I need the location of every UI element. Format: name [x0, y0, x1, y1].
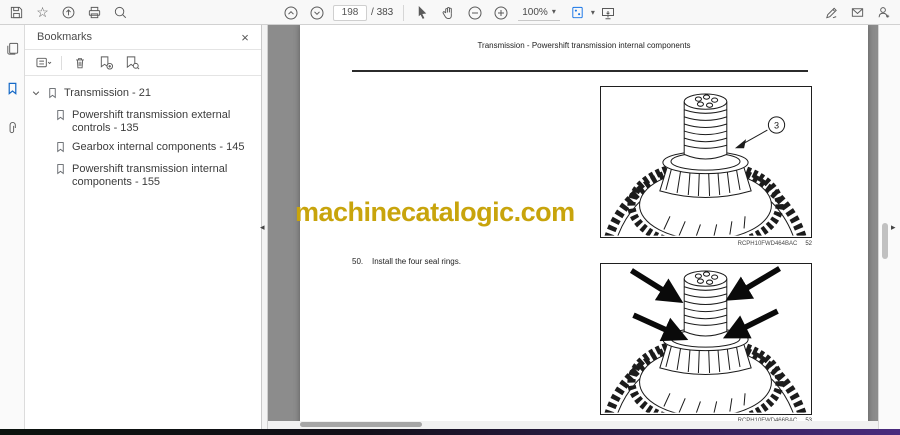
print-icon[interactable]	[82, 1, 107, 24]
share-icon[interactable]	[56, 1, 81, 24]
select-tool-icon[interactable]	[410, 1, 435, 24]
delete-bookmark-icon[interactable]	[70, 53, 90, 73]
top-toolbar: ☆ 198 / 383 100% ▾ ▾	[0, 0, 900, 25]
collapse-panel-icon[interactable]: ◂	[260, 222, 265, 233]
chevron-down-icon[interactable]	[31, 88, 45, 102]
presentation-mode-icon[interactable]	[596, 1, 621, 24]
previous-page-icon[interactable]	[278, 1, 303, 24]
next-page-icon[interactable]	[304, 1, 329, 24]
expand-panel-icon[interactable]: ▸	[891, 222, 896, 233]
hand-tool-icon[interactable]	[436, 1, 461, 24]
bookmark-icon	[55, 109, 68, 125]
attachments-icon[interactable]	[0, 117, 25, 140]
toolbar-center-group: / 383	[278, 0, 621, 25]
bookmark-label: Transmission - 21	[64, 87, 152, 99]
zoom-out-icon[interactable]	[462, 1, 487, 24]
toolbar-left-group: ☆	[0, 1, 133, 24]
figure-1-caption: RCPH10FWD464BAC 52	[600, 241, 812, 247]
section-divider	[352, 70, 808, 72]
page-count-label: / 383	[371, 7, 394, 18]
bookmarks-tree: Transmission - 21 Powershift transmissio…	[25, 76, 261, 192]
bookmark-icon	[55, 141, 68, 157]
expand-current-bookmark-icon[interactable]	[122, 53, 142, 73]
figure-code: RCPH10FWD464BAC	[737, 241, 798, 247]
watermark-text: machinecatalogic.com	[295, 197, 575, 227]
bookmarks-panel-title: Bookmarks	[37, 31, 93, 43]
chevron-down-icon: ▾	[551, 7, 556, 16]
zoom-level-value: 100%	[522, 6, 548, 18]
save-icon[interactable]	[4, 1, 29, 24]
taskbar-edge	[0, 429, 900, 435]
right-scroll-strip: ▸	[878, 25, 900, 429]
step-number: 50.	[352, 257, 364, 266]
bookmark-label: Gearbox internal components - 145	[72, 141, 245, 153]
bookmark-item-internal-components[interactable]: Powershift transmission internal compone…	[25, 160, 261, 192]
zoom-in-icon[interactable]	[488, 1, 513, 24]
search-icon[interactable]	[108, 1, 133, 24]
bookmark-label: Powershift transmission internal compone…	[72, 163, 228, 188]
bookmark-item-gearbox-internal[interactable]: Gearbox internal components - 145	[25, 138, 261, 160]
bookmark-options-icon[interactable]	[33, 53, 53, 73]
new-bookmark-icon[interactable]	[96, 53, 116, 73]
left-navigation-rail	[0, 25, 25, 429]
page-section-title: Transmission - Powershift transmission i…	[477, 41, 691, 50]
step-text: Install the four seal rings.	[372, 257, 461, 266]
horizontal-scrollbar[interactable]	[268, 421, 878, 429]
horizontal-scrollbar-thumb[interactable]	[300, 422, 422, 427]
zoom-level-dropdown[interactable]: 100% ▾	[518, 5, 560, 21]
bookmarks-panel-header: Bookmarks ×	[25, 25, 261, 50]
email-icon[interactable]	[845, 1, 870, 24]
figure-gear-assembly-2	[600, 263, 812, 415]
bookmark-icon	[47, 87, 60, 103]
panel-toolbar-divider	[61, 55, 62, 70]
toolbar-divider	[403, 4, 405, 21]
bookmark-label: Powershift transmission external control…	[72, 109, 231, 134]
bookmarks-panel-icon[interactable]	[0, 77, 25, 100]
bookmark-icon	[55, 163, 68, 179]
bookmark-item-external-controls[interactable]: Powershift transmission external control…	[25, 106, 261, 138]
figure-gear-assembly-1: 3	[600, 86, 812, 238]
bookmarks-toolbar	[25, 50, 261, 76]
pdf-viewer-window: ☆ 198 / 383 100% ▾ ▾ Bookmarks × Transmi…	[0, 0, 900, 435]
page-thumbnails-icon[interactable]	[0, 37, 25, 60]
document-canvas[interactable]: Transmission - Powershift transmission i…	[268, 25, 878, 429]
fill-sign-icon[interactable]	[819, 1, 844, 24]
pdf-page: Transmission - Powershift transmission i…	[295, 25, 868, 429]
star-icon[interactable]: ☆	[30, 1, 55, 24]
vertical-scrollbar-thumb[interactable]	[882, 223, 888, 259]
bookmark-item-transmission[interactable]: Transmission - 21	[25, 84, 261, 106]
callout-3-label: 3	[774, 121, 779, 131]
instruction-step: 50. Install the four seal rings.	[352, 257, 461, 266]
bookmarks-panel: Bookmarks × Transmission - 21 Powershift…	[25, 25, 262, 429]
page-number-input[interactable]	[333, 4, 367, 21]
toolbar-right-group	[819, 0, 896, 25]
chevron-down-icon[interactable]: ▾	[591, 8, 595, 17]
close-icon[interactable]: ×	[237, 30, 253, 45]
figure-number: 52	[805, 241, 812, 247]
account-icon[interactable]	[871, 1, 896, 24]
page-display-icon[interactable]	[565, 1, 590, 24]
